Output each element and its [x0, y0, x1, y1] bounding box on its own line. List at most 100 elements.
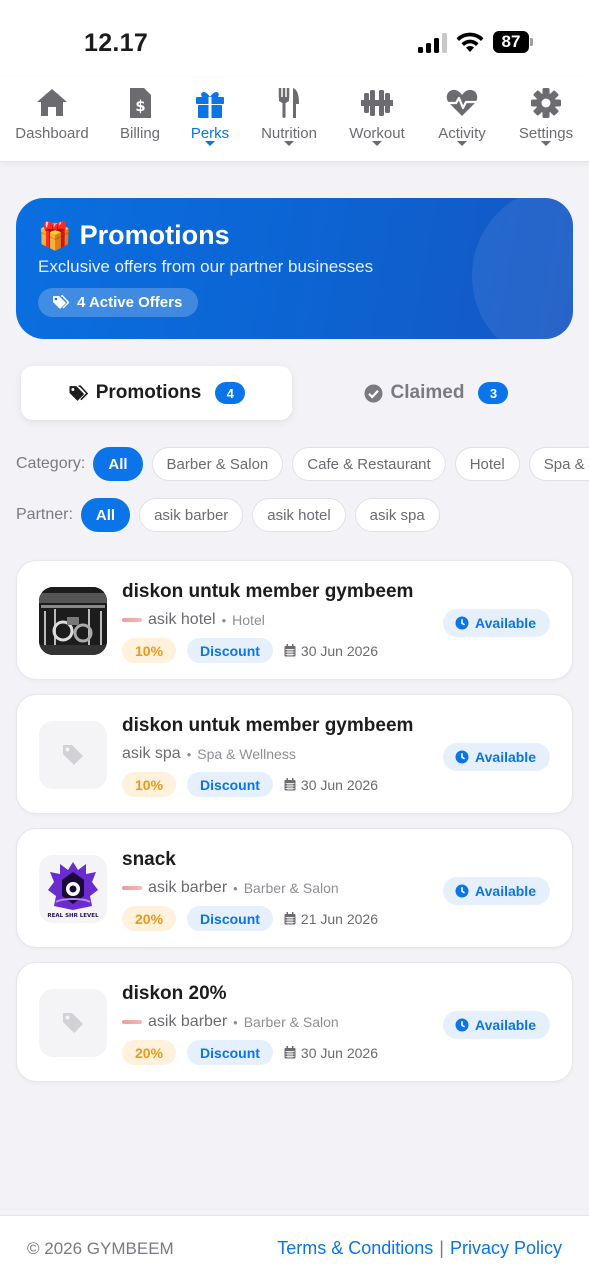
nav-perks[interactable]: Perks — [180, 78, 240, 162]
status-badge: Available — [443, 743, 550, 771]
battery-icon: 87 — [493, 31, 533, 53]
category-chip-hotel[interactable]: Hotel — [454, 447, 520, 481]
calendar-icon — [284, 644, 296, 657]
nav-label: Settings — [518, 125, 574, 142]
promotion-type-badge: Discount — [187, 1040, 273, 1065]
svg-text:REAL SHR LEVEL: REAL SHR LEVEL — [47, 913, 99, 919]
clock-icon — [455, 616, 469, 630]
nav-dashboard[interactable]: Dashboard — [8, 78, 96, 162]
calendar-icon — [284, 778, 296, 791]
active-offers-badge: 4 Active Offers — [38, 288, 199, 317]
status-badge: Available — [443, 1011, 550, 1039]
status-bar: 12.17 87 — [0, 0, 589, 78]
clock-icon — [455, 1018, 469, 1032]
partner-name: asik barber — [148, 879, 228, 896]
promotion-type-badge: Discount — [187, 638, 273, 663]
promotion-type-badge: Discount — [187, 906, 273, 931]
tab-promotions[interactable]: Promotions 4 — [21, 366, 292, 420]
status-text: Available — [475, 749, 536, 765]
home-icon — [37, 89, 67, 116]
gift-emoji-icon: 🎁 — [38, 220, 72, 251]
cellular-signal-icon — [418, 33, 448, 53]
status-text: Available — [475, 1017, 536, 1033]
promotion-card[interactable]: REAL SHR LEVEL snack asik barber • Barbe… — [16, 828, 573, 948]
wifi-icon — [456, 32, 484, 52]
nav-label: Perks — [190, 125, 230, 142]
nav-nutrition[interactable]: Nutrition — [250, 78, 328, 162]
partner-category: Hotel — [232, 612, 265, 628]
partner-name: asik spa — [122, 745, 181, 762]
hero-subtitle: Exclusive offers from our partner busine… — [38, 257, 374, 276]
partner-chip-asik-spa[interactable]: asik spa — [354, 498, 440, 532]
calendar-icon — [284, 912, 296, 925]
check-circle-icon — [364, 384, 383, 402]
link-separator: | — [439, 1238, 444, 1258]
promotion-card[interactable]: diskon untuk member gymbeem asik hotel •… — [16, 560, 573, 680]
nav-activity[interactable]: Activity — [426, 78, 498, 162]
nav-settings[interactable]: Settings — [510, 78, 582, 162]
promotion-partner: asik barber • Barber & Salon — [122, 879, 339, 897]
gear-icon — [531, 88, 561, 118]
expiry-date: 30 Jun 2026 — [284, 777, 378, 793]
promotions-hero-banner: 🎁 Promotions Exclusive offers from our p… — [16, 198, 573, 339]
tag-placeholder-icon — [63, 745, 83, 765]
promotion-meta: 10% Discount 30 Jun 2026 — [122, 638, 378, 663]
expiry-date-text: 30 Jun 2026 — [300, 642, 378, 659]
promotion-title: diskon untuk member gymbeem — [122, 715, 414, 736]
promotion-partner: asik barber • Barber & Salon — [122, 1013, 339, 1031]
category-chip-all[interactable]: All — [93, 447, 143, 481]
promotion-partner: asik hotel • Hotel — [122, 611, 265, 629]
separator-dot: • — [233, 880, 238, 896]
category-chip-cafe-restaurant[interactable]: Cafe & Restaurant — [292, 447, 446, 481]
nav-workout[interactable]: Workout — [338, 78, 416, 162]
partner-category: Barber & Salon — [243, 880, 339, 896]
privacy-link[interactable]: Privacy Policy — [450, 1238, 562, 1259]
invoice-icon: $ — [130, 88, 151, 118]
discount-percent-badge: 10% — [122, 638, 177, 663]
partner-chip-asik-hotel[interactable]: asik hotel — [252, 498, 346, 532]
hero-title: 🎁 Promotions — [38, 220, 230, 251]
promotion-meta: 10% Discount 30 Jun 2026 — [122, 772, 378, 797]
battery-level: 87 — [493, 31, 529, 53]
status-badge: Available — [443, 609, 550, 637]
nav-label: Activity — [438, 125, 486, 142]
calendar-icon — [284, 1046, 296, 1059]
svg-text:$: $ — [135, 97, 145, 115]
footer-links: Terms & Conditions | Privacy Policy — [277, 1238, 562, 1259]
claimed-count-badge: 3 — [478, 382, 509, 404]
promotion-title: diskon untuk member gymbeem — [122, 581, 414, 602]
active-offers-text: 4 Active Offers — [77, 294, 183, 311]
chevron-down-icon — [372, 141, 382, 146]
decorative-circle — [472, 198, 573, 339]
partner-label: Partner: — [16, 506, 73, 523]
separator-dot: • — [221, 612, 227, 628]
tab-label: Promotions — [95, 382, 202, 403]
terms-link[interactable]: Terms & Conditions — [277, 1238, 433, 1259]
nav-label: Billing — [119, 125, 161, 142]
promotion-card[interactable]: diskon untuk member gymbeem asik spa • S… — [16, 694, 573, 814]
chevron-down-icon — [284, 141, 294, 146]
partner-chip-all[interactable]: All — [80, 498, 131, 532]
tab-label: Claimed — [390, 382, 465, 403]
tab-claimed[interactable]: Claimed 3 — [321, 366, 551, 420]
discount-percent-badge: 20% — [122, 906, 177, 931]
nav-label: Nutrition — [261, 125, 317, 142]
nav-billing[interactable]: $ Billing — [104, 78, 176, 162]
category-label: Category: — [16, 455, 86, 472]
clock-icon — [455, 750, 469, 764]
promotion-meta: 20% Discount 21 Jun 2026 — [122, 906, 378, 931]
partner-category: Spa & Wellness — [197, 746, 296, 762]
promotion-card[interactable]: diskon 20% asik barber • Barber & Salon … — [16, 962, 573, 1082]
promotion-title: diskon 20% — [122, 983, 227, 1004]
tag-placeholder-icon — [63, 1013, 83, 1033]
footer: © 2026 GYMBEEM Terms & Conditions | Priv… — [0, 1215, 589, 1280]
chevron-down-icon — [457, 141, 467, 146]
category-chip-spa-wellness[interactable]: Spa & Wellness — [528, 447, 589, 481]
status-text: Available — [475, 883, 536, 899]
partner-chip-asik-barber[interactable]: asik barber — [139, 498, 244, 532]
partner-name: asik barber — [148, 1013, 228, 1030]
category-chip-barber-salon[interactable]: Barber & Salon — [151, 447, 284, 481]
promotion-title: snack — [122, 849, 176, 870]
expiry-date: 30 Jun 2026 — [284, 1045, 378, 1061]
expiry-date: 21 Jun 2026 — [284, 911, 378, 927]
